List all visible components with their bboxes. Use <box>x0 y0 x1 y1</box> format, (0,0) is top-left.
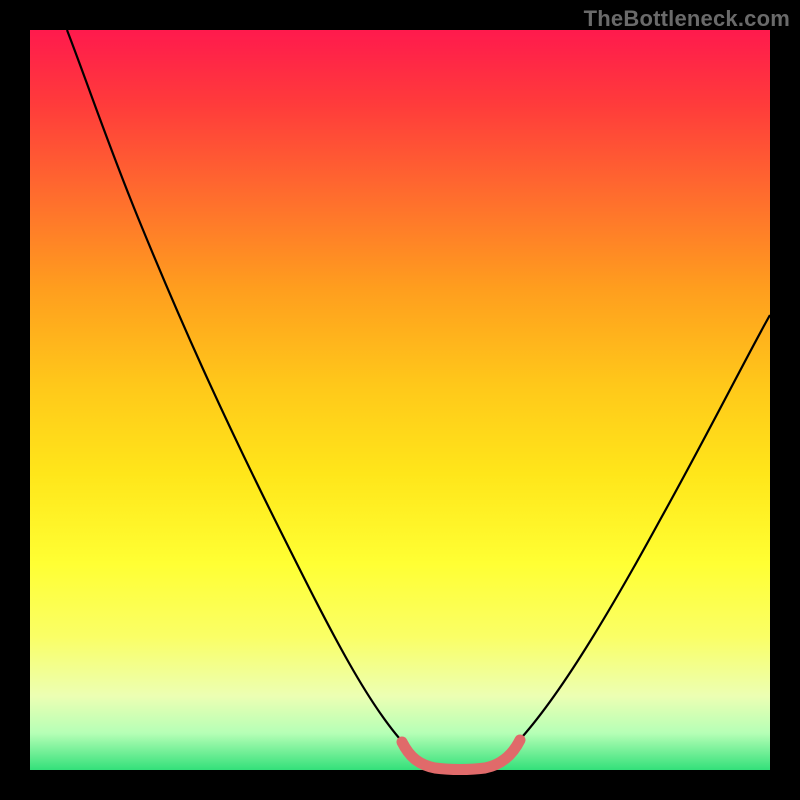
chart-frame: TheBottleneck.com <box>0 0 800 800</box>
bottleneck-curve <box>67 30 770 770</box>
optimal-zone-marker <box>402 740 520 770</box>
curve-layer <box>30 30 770 770</box>
watermark-text: TheBottleneck.com <box>584 6 790 32</box>
